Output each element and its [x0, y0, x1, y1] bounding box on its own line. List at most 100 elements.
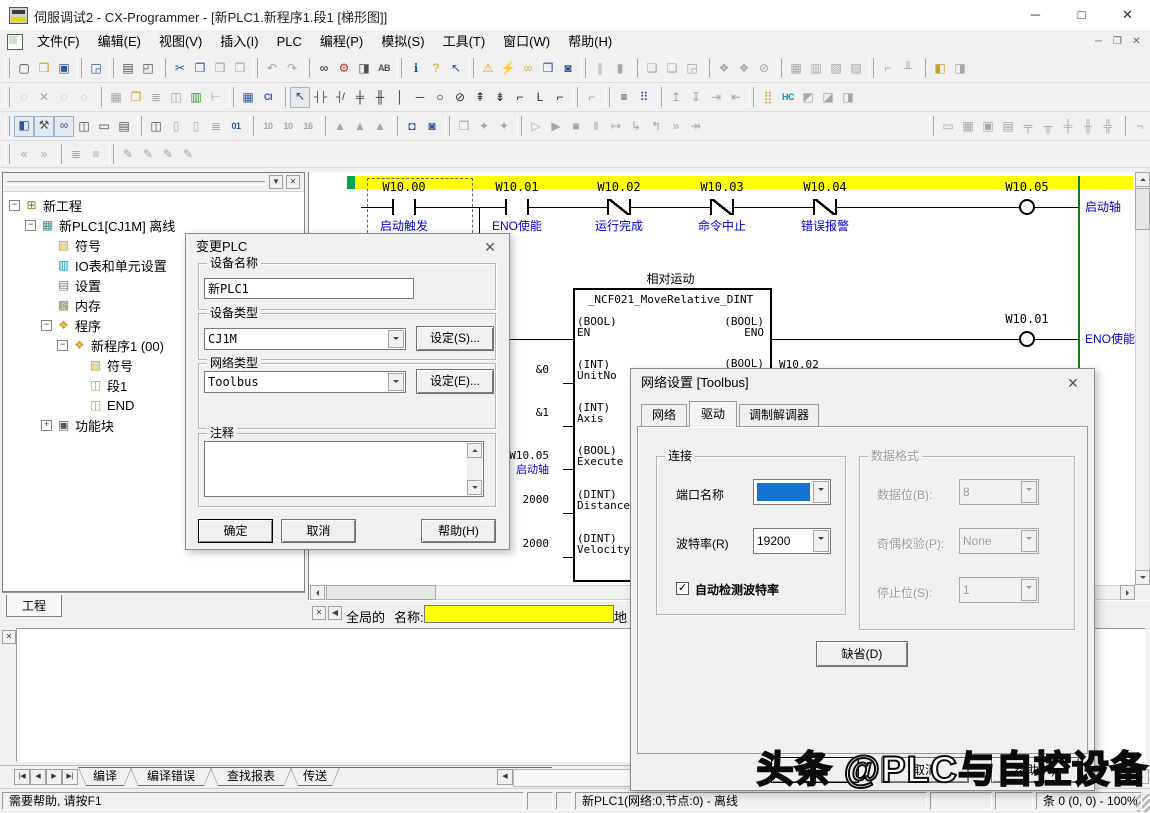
transfer-to-plc-icon[interactable]: ❏: [642, 59, 662, 78]
output-close-button[interactable]: ✕: [2, 630, 16, 644]
rung-comment-icon[interactable]: ❒: [126, 88, 146, 107]
sim-step-icon[interactable]: ↦: [606, 117, 626, 136]
force-on-icon[interactable]: ⌐: [878, 59, 898, 78]
print-preview-icon[interactable]: ◰: [138, 59, 158, 78]
bar-close-button[interactable]: ✕: [312, 606, 326, 620]
rail-edit-2-icon[interactable]: ╥: [1038, 117, 1058, 136]
toolbar-grip[interactable]: [929, 116, 934, 136]
align-list-icon[interactable]: ≣: [66, 145, 86, 164]
time-chart-icon[interactable]: ▨: [846, 59, 866, 78]
tree-expander-icon[interactable]: −: [57, 340, 68, 351]
ladder-vscrollbar[interactable]: [1135, 172, 1150, 585]
copy-icon[interactable]: ❐: [190, 59, 210, 78]
info-icon[interactable]: ℹ: [406, 59, 426, 78]
contact-no-icon[interactable]: ┤├: [310, 88, 330, 107]
tree-expander-icon[interactable]: −: [41, 320, 52, 331]
paste-bin-icon[interactable]: ❒: [230, 59, 250, 78]
device-type-combo[interactable]: CJ1M: [204, 328, 406, 350]
find-icon[interactable]: ∞: [314, 59, 334, 78]
autodetect-checkbox[interactable]: ✓: [676, 582, 689, 595]
watch-pane-3-icon[interactable]: ◪: [818, 88, 838, 107]
chevron-down-icon[interactable]: [388, 373, 404, 391]
toolbar-grip[interactable]: [397, 58, 402, 78]
watch-pane-4-icon[interactable]: ◨: [838, 88, 858, 107]
toolbar-grip[interactable]: [393, 116, 398, 136]
scroll-up-icon[interactable]: [1135, 172, 1150, 187]
help-icon[interactable]: ?: [426, 59, 446, 78]
program-tree-icon[interactable]: ⊢: [206, 88, 226, 107]
scroll-up-icon[interactable]: [467, 443, 482, 458]
io-board-3-icon[interactable]: ▣: [978, 117, 998, 136]
change-address-icon[interactable]: AB: [374, 59, 394, 78]
online-simulator-icon[interactable]: ◘: [402, 117, 422, 136]
panel-collapse-button[interactable]: ▼: [269, 175, 283, 189]
binary-monitor-icon[interactable]: 01: [226, 117, 246, 136]
save-icon[interactable]: ▣: [54, 59, 74, 78]
transfer-options-icon[interactable]: ◙: [422, 117, 442, 136]
contact-nc[interactable]: [813, 199, 837, 215]
fb-instance-icon[interactable]: ◫: [146, 117, 166, 136]
fb-invocation-icon[interactable]: ⌐: [510, 88, 530, 107]
protect-release-icon[interactable]: ◨: [950, 59, 970, 78]
toolbar-grip[interactable]: [869, 58, 874, 78]
sim-stop-icon[interactable]: ■: [566, 117, 586, 136]
contact-nc[interactable]: [607, 199, 631, 215]
docking-grip[interactable]: [7, 181, 265, 185]
release-online-edit-icon[interactable]: ✦: [494, 117, 514, 136]
force-off-icon[interactable]: ╨: [898, 59, 918, 78]
output-coil[interactable]: [1019, 199, 1035, 215]
compile-all-icon[interactable]: ⚡: [498, 59, 518, 78]
partial-transfer-icon[interactable]: ❖: [714, 59, 734, 78]
toolbar-grip[interactable]: [605, 87, 610, 107]
child-restore-icon[interactable]: ❐: [1108, 34, 1127, 50]
online-transfer-icon[interactable]: ❒: [538, 59, 558, 78]
tab-next-icon[interactable]: ▶: [46, 769, 62, 785]
io-board-1-icon[interactable]: ▭: [938, 117, 958, 136]
toolbar-grip[interactable]: [229, 87, 234, 107]
outdent-icon[interactable]: «: [14, 145, 34, 164]
multiple-transfer-icon[interactable]: ❐: [454, 117, 474, 136]
child-minimize-icon[interactable]: ─: [1089, 34, 1108, 50]
vscroll-thumb[interactable]: [1135, 188, 1150, 230]
differential-monitor-icon[interactable]: ▲: [330, 117, 350, 136]
protect-lock-icon[interactable]: ◧: [930, 59, 950, 78]
monitor-data-icon[interactable]: ▥: [806, 59, 826, 78]
minimize-button[interactable]: ─: [1013, 0, 1058, 29]
watch-window-toggle-icon[interactable]: ∞: [54, 116, 74, 137]
watch-window-icon[interactable]: HC: [778, 88, 798, 107]
context-help-icon[interactable]: ↖: [446, 59, 466, 78]
scroll-down-icon[interactable]: [1135, 570, 1150, 585]
toolbar-grip[interactable]: [921, 58, 926, 78]
work-online-icon[interactable]: ◙: [558, 59, 578, 78]
io-board-2-icon[interactable]: ▦: [958, 117, 978, 136]
pen-erase-icon[interactable]: ✎: [178, 145, 198, 164]
toolbar-grip[interactable]: [657, 87, 662, 107]
network-settings-button[interactable]: 设定(E)...: [416, 369, 494, 394]
menu-item-5[interactable]: PLC: [268, 30, 311, 54]
mini-scroll-left-icon[interactable]: ◀: [497, 769, 513, 785]
data-trace-icon[interactable]: ▧: [826, 59, 846, 78]
insert-row-above-icon[interactable]: ↥: [666, 88, 686, 107]
sim-fast-icon[interactable]: »: [666, 117, 686, 136]
hscroll-thumb[interactable]: [326, 585, 436, 600]
contact-or-nc-icon[interactable]: ╫: [370, 88, 390, 107]
rail-edit-1-icon[interactable]: ╤: [1018, 117, 1038, 136]
toolbar-grip[interactable]: [581, 58, 586, 78]
maximize-button[interactable]: □: [1059, 0, 1104, 29]
cancel-transfer-icon[interactable]: ⊘: [754, 59, 774, 78]
toolbar-grip[interactable]: [161, 58, 166, 78]
fb-protect-icon[interactable]: ▯: [186, 117, 206, 136]
tab-prev-icon[interactable]: ◀: [30, 769, 46, 785]
pen-draw-2-icon[interactable]: ✎: [138, 145, 158, 164]
horizontal-line-icon[interactable]: ─: [410, 88, 430, 107]
return-corner-icon[interactable]: ¬: [1130, 117, 1150, 136]
tab-驱动[interactable]: 驱动: [689, 401, 737, 427]
close-button[interactable]: ✕: [1105, 0, 1150, 29]
contact-nc-icon[interactable]: ┤/: [330, 88, 350, 107]
new-file-icon[interactable]: ▢: [14, 59, 34, 78]
dialog-close-icon[interactable]: ✕: [1062, 369, 1084, 397]
toolbar-grip[interactable]: [777, 58, 782, 78]
menu-item-9[interactable]: 窗口(W): [494, 30, 559, 54]
sim-step-in-icon[interactable]: ↳: [626, 117, 646, 136]
compile-icon[interactable]: ⚠: [478, 59, 498, 78]
